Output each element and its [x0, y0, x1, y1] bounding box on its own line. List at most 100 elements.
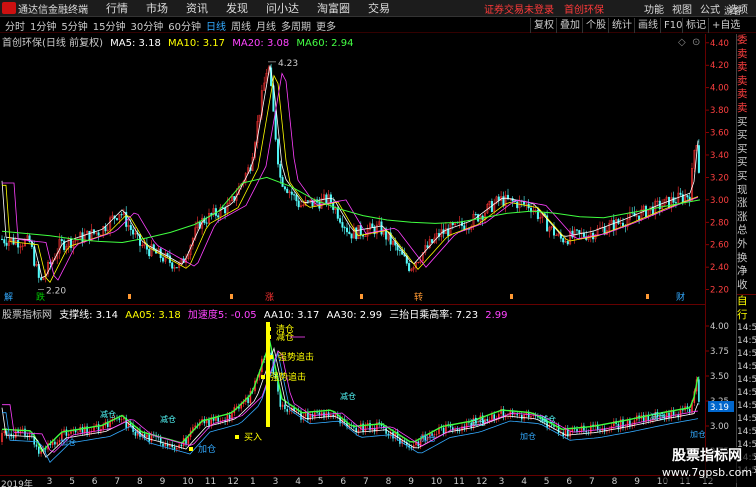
reduce-annotation: 减仓 — [100, 409, 116, 419]
stats-button[interactable]: 统计 — [608, 18, 635, 33]
indicator-bars — [1, 349, 700, 457]
overlay-button[interactable]: 叠加 — [556, 18, 583, 33]
date-tick: 10 — [430, 477, 443, 487]
candle-body — [161, 257, 164, 262]
menu-function[interactable]: 功能 — [644, 1, 664, 16]
candle-body — [578, 230, 581, 234]
event-dot — [646, 294, 649, 299]
candle-body — [306, 200, 309, 202]
menu-formula[interactable]: 公式 — [700, 1, 720, 16]
chart-title: 首创环保(日线 前复权) — [2, 38, 103, 49]
tf-5min[interactable]: 5分钟 — [61, 18, 87, 33]
current-value-label: 3.19 — [710, 403, 729, 413]
indicator-name[interactable]: 股票指标网 — [2, 310, 52, 321]
ma-legend: 首创环保(日线 前复权) MA5: 3.18 MA10: 3.17 MA20: … — [2, 34, 357, 49]
menu-community[interactable]: 淘富圈 — [317, 0, 350, 16]
event-marker: 转 — [414, 291, 423, 303]
quote-field: 现价 — [737, 183, 748, 196]
add-annotation: 加仓 — [60, 437, 76, 447]
indicator-chart[interactable]: 清仓减仓强势追击强势追击加仓买入减仓减仓减仓减仓 减仓 减仓加仓 加仓 加仓 加仓 — [0, 305, 706, 475]
tf-weekly[interactable]: 周线 — [231, 18, 251, 33]
settings-icon: ⊙ — [692, 37, 700, 48]
menu-view[interactable]: 视图 — [672, 1, 692, 16]
event-marker-financial: 财 — [676, 291, 685, 303]
ma10-label: MA10: 3.17 — [168, 38, 226, 49]
candle-body — [175, 267, 178, 269]
price-chart[interactable]: 4.23 2.20 解 跌 涨 转 财 ◇ ⊙ — [0, 34, 705, 304]
tick-time: 14:52 — [737, 414, 756, 425]
candle-body — [297, 200, 300, 208]
menu-news[interactable]: 资讯 — [186, 0, 208, 16]
indicator-body — [491, 414, 493, 420]
quote-field: 买五 — [737, 169, 748, 182]
candle-body — [40, 277, 43, 280]
watermark-url: www.7gpsb.com — [661, 466, 753, 479]
draw-button[interactable]: 画线 — [634, 18, 661, 33]
accel5-label: 加速度5: -0.05 — [187, 310, 257, 321]
candle-body — [148, 249, 151, 257]
candle-body — [516, 201, 519, 209]
signal-annotation: 加仓 — [198, 443, 216, 455]
menu-market[interactable]: 市场 — [146, 0, 168, 16]
candle-body — [408, 263, 411, 271]
quote-field: 涨跌 — [737, 197, 748, 210]
watchlist-add-button[interactable]: +自选 — [708, 18, 743, 33]
price-tick-label: 3.40 — [710, 151, 729, 161]
mark-button[interactable]: 标记 — [682, 18, 709, 33]
candle-body — [341, 222, 344, 228]
candle-body — [679, 192, 682, 195]
date-tick: 11 — [204, 477, 217, 487]
candle-body — [115, 218, 118, 220]
indicator-body — [580, 425, 583, 432]
tf-intraday[interactable]: 分时 — [5, 18, 25, 33]
tf-multi[interactable]: 多周期 — [281, 18, 311, 33]
indicator-panel[interactable]: 清仓 减仓 强势追击 强势追击 加仓 买入 减仓 减仓 减仓 减仓 减仓 减仓 加仓 加仓 加仓 加仓 股票指… — [0, 304, 706, 475]
watermark: 股票指标网 www.7gpsb.com — [660, 447, 754, 483]
candle-body — [293, 194, 296, 196]
candle-body — [398, 249, 401, 251]
menu-trade[interactable]: 交易 — [368, 0, 390, 16]
indicator-body — [187, 437, 190, 444]
indicator-body — [516, 414, 518, 416]
quote-field: 委比 — [737, 34, 748, 46]
candle-body — [622, 222, 625, 227]
indicator-body — [178, 444, 180, 449]
stock-button[interactable]: 个股 — [582, 18, 609, 33]
tf-60min[interactable]: 60分钟 — [168, 18, 201, 33]
candle-body — [132, 229, 135, 235]
watermark-title: 股票指标网 — [672, 448, 742, 464]
strip-auto-label[interactable]: 自动 — [737, 295, 756, 309]
candle-body — [362, 234, 365, 237]
strip-quote-label[interactable]: 行情 — [737, 309, 756, 323]
date-tick: 8 — [611, 477, 618, 487]
tf-1min[interactable]: 1分钟 — [30, 18, 56, 33]
price-tick-label: 4.40 — [710, 39, 729, 49]
menu-bar: 通达信金融终端 行情 市场 资讯 发现 问小达 淘富圈 交易 证券交易未登录 首… — [0, 0, 756, 17]
menu-ask[interactable]: 问小达 — [266, 0, 299, 16]
signal-marker — [261, 375, 265, 379]
menu-quotes[interactable]: 行情 — [106, 0, 128, 16]
candles — [1, 63, 700, 283]
ma5-line — [1, 65, 699, 279]
tf-15min[interactable]: 15分钟 — [93, 18, 126, 33]
indicator-body — [77, 431, 79, 433]
candle-body — [290, 191, 293, 195]
tf-daily[interactable]: 日线 — [206, 18, 226, 33]
indicator-body — [518, 414, 521, 416]
candle-body — [451, 222, 454, 226]
quote-field: 买二 — [737, 129, 748, 142]
tf-more[interactable]: 更多 — [316, 18, 336, 33]
candle-body — [474, 214, 477, 216]
ma60-label: MA60: 2.94 — [296, 38, 354, 49]
candle-body — [1, 238, 4, 240]
tf-30min[interactable]: 30分钟 — [130, 18, 163, 33]
menu-discover[interactable]: 发现 — [226, 0, 248, 16]
price-chart-panel[interactable]: 4.23 2.20 解 跌 涨 转 财 ◇ ⊙ 首创环保(日线 前复权) MA5: 3.18 M… — [0, 34, 705, 304]
support-line — [2, 351, 699, 463]
date-tick: 5 — [543, 477, 550, 487]
quote-field: 买四 — [737, 156, 748, 169]
guest-login[interactable]: 游客 — [724, 4, 742, 17]
tf-monthly[interactable]: 月线 — [256, 18, 276, 33]
login-alert[interactable]: 证券交易未登录 — [484, 1, 554, 16]
adjust-button[interactable]: 复权 — [530, 18, 557, 33]
